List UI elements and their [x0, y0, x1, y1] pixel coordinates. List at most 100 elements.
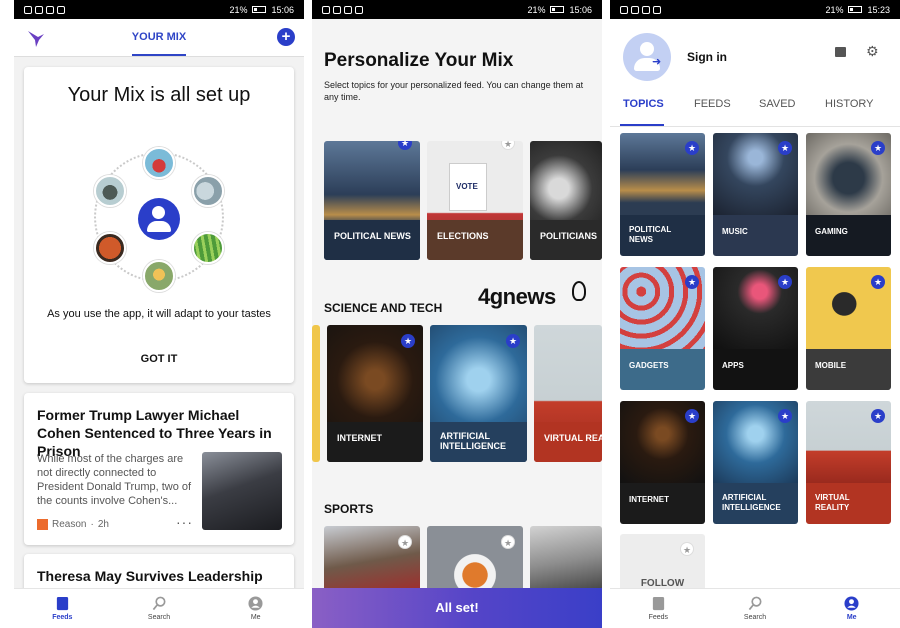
all-set-button[interactable]: All set! — [312, 588, 602, 628]
topic-tile-ai[interactable]: ARTIFICIAL INTELLIGENCE ★ — [713, 401, 798, 524]
news-card[interactable]: Former Trump Lawyer Michael Cohen Senten… — [24, 393, 294, 545]
news-summary: While most of the charges are not direct… — [37, 453, 192, 507]
follow-topics-button[interactable]: ★ FOLLOW — [620, 534, 705, 594]
add-button[interactable]: + — [277, 28, 295, 46]
selected-star-icon[interactable]: ★ — [398, 141, 412, 150]
topic-tile-mobile[interactable]: MOBILE ★ — [806, 267, 891, 390]
source-name: Reason — [52, 519, 87, 530]
nfc-icon — [642, 5, 650, 14]
feeds-icon — [652, 596, 664, 611]
selected-star-icon[interactable]: ★ — [778, 275, 792, 289]
nav-label: Search — [743, 614, 767, 621]
image-icon — [653, 5, 661, 14]
vote-sign-text: VOTE — [456, 182, 478, 191]
topic-tile-music[interactable]: MUSIC ★ — [713, 133, 798, 256]
mix-ready-card: Your Mix is all set up As you use the ap… — [24, 67, 294, 383]
topic-tile-gaming[interactable]: GAMING ★ — [806, 133, 891, 256]
tab-feeds[interactable]: FEEDS — [694, 98, 731, 110]
status-icons — [620, 5, 661, 14]
unselected-star-icon[interactable]: ★ — [398, 535, 412, 549]
alarm-icon — [57, 5, 65, 14]
screen-personalize: 21% 15:06 Personalize Your Mix Select to… — [312, 0, 602, 628]
topic-tile-internet[interactable]: INTERNET ★ — [620, 401, 705, 524]
wifi-icon — [631, 5, 639, 14]
tab-your-mix[interactable]: YOUR MIX — [14, 31, 304, 43]
tab-history[interactable]: HISTORY — [825, 98, 874, 110]
more-options-icon[interactable]: ··· — [176, 514, 193, 530]
tile-label: POLITICIANS — [540, 231, 598, 241]
feeds-icon — [56, 596, 68, 611]
selected-star-icon[interactable]: ★ — [871, 275, 885, 289]
active-tab-indicator — [620, 124, 664, 126]
battery-icon — [252, 6, 267, 13]
search-icon — [152, 596, 165, 611]
nav-search[interactable]: Search — [111, 589, 208, 628]
topic-tile-virtual-reality[interactable]: VIRTUAL REALITY ★ — [806, 401, 891, 524]
unselected-star-icon[interactable]: ★ — [501, 535, 515, 549]
tab-topics[interactable]: TOPICS — [623, 98, 664, 110]
nav-search[interactable]: Search — [707, 589, 804, 628]
battery-icon — [848, 6, 863, 13]
sign-in-link[interactable]: Sign in — [687, 50, 727, 64]
tile-label: POLITICAL NEWS — [629, 225, 672, 244]
topic-astronaut-icon — [94, 175, 126, 207]
topic-tile-sports-partial[interactable] — [530, 526, 602, 596]
topic-person-icon — [143, 260, 175, 292]
nav-me[interactable]: Me — [207, 589, 304, 628]
sim-icon — [24, 5, 32, 14]
section-title-science: SCIENCE AND TECH — [324, 301, 443, 315]
topic-tile-apps[interactable]: APPS ★ — [713, 267, 798, 390]
topic-tile-politicians[interactable]: POLITICIANS — [530, 141, 602, 260]
page-title: Personalize Your Mix — [324, 50, 514, 71]
selected-star-icon[interactable]: ★ — [506, 334, 520, 348]
active-tab-indicator — [132, 54, 186, 56]
selected-star-icon[interactable]: ★ — [778, 141, 792, 155]
got-it-button[interactable]: GOT IT — [119, 353, 199, 365]
topic-tile-elections[interactable]: VOTE ELECTIONS ★ — [427, 141, 523, 260]
nav-label: Me — [250, 614, 261, 621]
topic-tile-internet[interactable]: INTERNET ★ — [327, 325, 423, 462]
gear-icon[interactable]: ⚙ — [866, 44, 880, 58]
tile-label: INTERNET — [337, 433, 382, 443]
user-icon — [138, 198, 180, 240]
topic-tile-political-news[interactable]: POLITICAL NEWS ★ — [620, 133, 705, 256]
selected-star-icon[interactable]: ★ — [685, 275, 699, 289]
chat-icon[interactable] — [835, 47, 846, 57]
selected-star-icon[interactable]: ★ — [401, 334, 415, 348]
topic-tile-political-news[interactable]: POLITICAL NEWS ★ — [324, 141, 420, 260]
nfc-icon — [46, 5, 54, 14]
battery-percent: 21% — [825, 4, 844, 15]
unselected-star-icon[interactable]: ★ — [501, 141, 515, 150]
tile-label: ARTIFICIAL INTELLIGENCE — [440, 431, 507, 451]
tab-saved[interactable]: SAVED — [759, 98, 795, 110]
topic-tile-football[interactable]: ★ — [324, 526, 420, 596]
nav-feeds[interactable]: Feeds — [610, 589, 707, 628]
profile-icon — [844, 596, 859, 611]
selected-star-icon[interactable]: ★ — [778, 409, 792, 423]
tile-label: GADGETS — [629, 361, 669, 370]
screen-gutter — [304, 0, 312, 628]
alarm-icon — [355, 5, 363, 14]
vote-sign: VOTE — [449, 163, 487, 211]
tile-label: POLITICAL NEWS — [334, 231, 411, 241]
mix-ready-title: Your Mix is all set up — [67, 84, 251, 106]
separator: · — [90, 519, 94, 530]
tile-label: MOBILE — [815, 361, 847, 370]
nav-label: Feeds — [648, 614, 669, 621]
topic-tile-ai[interactable]: ARTIFICIAL INTELLIGENCE ★ — [430, 325, 527, 462]
nav-feeds[interactable]: Feeds — [14, 589, 111, 628]
selected-star-icon[interactable]: ★ — [685, 141, 699, 155]
mix-ready-subtitle: As you use the app, it will adapt to you… — [47, 308, 271, 320]
topic-tile-gadgets[interactable]: GADGETS ★ — [620, 267, 705, 390]
news-age: 2h — [97, 519, 109, 530]
tile-label: ELECTIONS — [437, 231, 489, 241]
nfc-icon — [344, 5, 352, 14]
source-logo-icon — [37, 519, 48, 530]
selected-star-icon[interactable]: ★ — [685, 409, 699, 423]
selected-star-icon[interactable]: ★ — [871, 141, 885, 155]
topic-tile-virtual-reality[interactable]: VIRTUAL REAL — [534, 325, 602, 462]
selected-star-icon[interactable]: ★ — [871, 409, 885, 423]
battery-icon — [550, 6, 565, 13]
nav-me[interactable]: Me — [803, 589, 900, 628]
topic-tile-basketball[interactable]: ★ — [427, 526, 523, 596]
